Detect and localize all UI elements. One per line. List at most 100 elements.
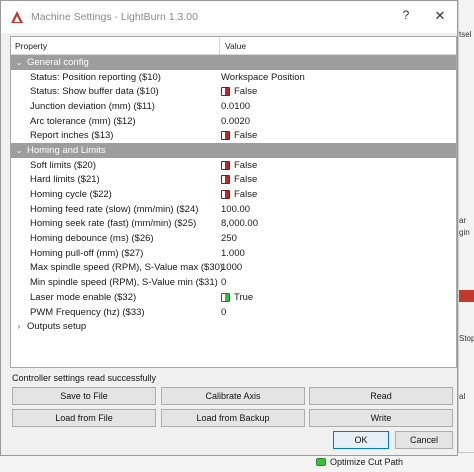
setting-value-cell[interactable]: 100.00 bbox=[221, 204, 250, 215]
background-red-bar bbox=[459, 290, 474, 302]
group-label: Outputs setup bbox=[27, 321, 87, 333]
setting-value: 0 bbox=[221, 277, 227, 289]
setting-value: 0.0100 bbox=[221, 100, 251, 112]
setting-value: 250 bbox=[221, 233, 237, 245]
setting-value-cell[interactable]: 1000 bbox=[221, 262, 242, 273]
setting-row[interactable]: Junction deviation (mm) ($11) 0.0100 bbox=[11, 99, 456, 114]
setting-value-cell[interactable]: 0.0020 bbox=[221, 116, 250, 127]
close-icon[interactable]: ✕ bbox=[431, 8, 449, 24]
setting-row[interactable]: Arc tolerance (mm) ($12) 0.0020 bbox=[11, 114, 456, 129]
setting-label: Homing feed rate (slow) (mm/min) ($24) bbox=[30, 203, 199, 215]
group-label: Homing and Limits bbox=[27, 144, 106, 156]
setting-value: 0.0020 bbox=[221, 115, 251, 127]
setting-label: Hard limits ($21) bbox=[30, 174, 100, 186]
setting-row[interactable]: Report inches ($13) False bbox=[11, 128, 456, 143]
setting-label: Min spindle speed (RPM), S-Value min ($3… bbox=[30, 277, 218, 289]
toggle-off-icon[interactable] bbox=[221, 175, 230, 185]
group-label: General config bbox=[27, 56, 89, 68]
setting-value-cell[interactable]: 0.0100 bbox=[221, 101, 250, 112]
toggle-on-icon[interactable] bbox=[221, 292, 230, 302]
setting-row[interactable]: Laser mode enable ($32) True bbox=[11, 290, 456, 305]
setting-value-cell[interactable]: False bbox=[221, 189, 257, 200]
calibrate-axis-button[interactable]: Calibrate Axis bbox=[161, 387, 305, 405]
setting-label: Laser mode enable ($32) bbox=[30, 291, 137, 303]
setting-value-cell[interactable]: 8,000.00 bbox=[221, 218, 258, 229]
window-title: Machine Settings - LightBurn 1.3.00 bbox=[31, 11, 198, 23]
setting-row[interactable]: Homing debounce (ms) ($26) 250 bbox=[11, 231, 456, 246]
toggle-off-icon[interactable] bbox=[221, 160, 230, 170]
setting-value-cell[interactable]: 1.000 bbox=[221, 248, 245, 259]
setting-label: Homing cycle ($22) bbox=[30, 189, 112, 201]
tree-group-row[interactable]: ⌄ Homing and Limits bbox=[11, 143, 456, 158]
chevron-down-icon[interactable]: ⌄ bbox=[15, 58, 23, 67]
setting-value-cell[interactable]: 0 bbox=[221, 307, 226, 318]
background-fragment: al bbox=[459, 392, 466, 401]
setting-row[interactable]: Homing pull-off (mm) ($27) 1.000 bbox=[11, 246, 456, 261]
setting-label: Arc tolerance (mm) ($12) bbox=[30, 115, 136, 127]
setting-value: 1.000 bbox=[221, 247, 245, 259]
tree-group-row[interactable]: › Outputs setup bbox=[11, 319, 456, 334]
toggle-off-icon[interactable] bbox=[221, 131, 230, 141]
setting-label: Homing debounce (ms) ($26) bbox=[30, 233, 154, 245]
setting-value: Workspace Position bbox=[221, 71, 305, 83]
setting-value: 0 bbox=[221, 306, 227, 318]
tree-group-row[interactable]: ⌄ General config bbox=[11, 55, 456, 70]
toggle-off-icon[interactable] bbox=[221, 87, 230, 97]
chevron-right-icon[interactable]: › bbox=[15, 322, 23, 331]
setting-row[interactable]: Min spindle speed (RPM), S-Value min ($3… bbox=[11, 275, 456, 290]
settings-tree[interactable]: Property Value ⌄ General config Status: Po… bbox=[10, 36, 457, 368]
tree-header: Property Value bbox=[11, 37, 456, 55]
background-app-panel: tsel ar gin Stop al bbox=[458, 0, 474, 472]
title-bar: Machine Settings - LightBurn 1.3.00 ? ✕ bbox=[1, 1, 457, 33]
setting-row[interactable]: Status: Position reporting ($10) Workspac… bbox=[11, 70, 456, 85]
setting-value: 100.00 bbox=[221, 203, 251, 215]
write-button[interactable]: Write bbox=[309, 409, 453, 427]
setting-value-cell[interactable]: True bbox=[221, 292, 253, 303]
setting-value-cell[interactable]: False bbox=[221, 160, 257, 171]
toggle-on-icon bbox=[316, 458, 326, 466]
setting-row[interactable]: Hard limits ($21) False bbox=[11, 173, 456, 188]
setting-row[interactable]: Homing feed rate (slow) (mm/min) ($24) 10… bbox=[11, 202, 456, 217]
setting-label: Max spindle speed (RPM), S-Value max ($3… bbox=[30, 262, 224, 274]
optimize-cut-path-option[interactable]: Optimize Cut Path bbox=[316, 457, 403, 467]
cancel-button[interactable]: Cancel bbox=[395, 431, 453, 449]
help-icon[interactable]: ? bbox=[397, 8, 415, 22]
property-column-header[interactable]: Property bbox=[11, 37, 220, 54]
setting-value: False bbox=[234, 159, 258, 171]
setting-label: Report inches ($13) bbox=[30, 130, 114, 142]
setting-value: False bbox=[234, 86, 258, 98]
setting-value: False bbox=[234, 130, 258, 142]
status-message: Controller settings read successfully bbox=[12, 373, 157, 383]
setting-value: 8,000.00 bbox=[221, 218, 258, 230]
setting-value-cell[interactable]: False bbox=[221, 130, 257, 141]
load-from-file-button[interactable]: Load from File bbox=[12, 409, 156, 427]
chevron-down-icon[interactable]: ⌄ bbox=[15, 146, 23, 155]
setting-value-cell[interactable]: 250 bbox=[221, 233, 237, 244]
setting-value-cell[interactable]: False bbox=[221, 86, 257, 97]
setting-label: PWM Frequency (hz) ($33) bbox=[30, 306, 145, 318]
load-from-backup-button[interactable]: Load from Backup bbox=[161, 409, 305, 427]
background-fragment: Stop bbox=[459, 334, 474, 343]
ok-button[interactable]: OK bbox=[333, 431, 389, 449]
setting-row[interactable]: Status: Show buffer data ($10) False bbox=[11, 84, 456, 99]
value-column-header[interactable]: Value bbox=[220, 37, 456, 54]
setting-row[interactable]: Homing seek rate (fast) (mm/min) ($25) 8,… bbox=[11, 217, 456, 232]
setting-row[interactable]: PWM Frequency (hz) ($33) 0 bbox=[11, 305, 456, 320]
save-to-file-button[interactable]: Save to File bbox=[12, 387, 156, 405]
setting-value-cell[interactable]: False bbox=[221, 174, 257, 185]
setting-value-cell[interactable]: Workspace Position bbox=[221, 72, 305, 83]
setting-value-cell[interactable]: 0 bbox=[221, 277, 226, 288]
tree-rows: ⌄ General config Status: Position reportin… bbox=[11, 55, 456, 334]
setting-row[interactable]: Homing cycle ($22) False bbox=[11, 187, 456, 202]
read-button[interactable]: Read bbox=[309, 387, 453, 405]
setting-value: False bbox=[234, 174, 258, 186]
background-fragment: gin bbox=[459, 228, 470, 237]
toggle-off-icon[interactable] bbox=[221, 190, 230, 200]
setting-label: Junction deviation (mm) ($11) bbox=[30, 100, 155, 112]
setting-row[interactable]: Max spindle speed (RPM), S-Value max ($3… bbox=[11, 261, 456, 276]
setting-label: Status: Show buffer data ($10) bbox=[30, 86, 159, 98]
setting-label: Homing pull-off (mm) ($27) bbox=[30, 247, 144, 259]
setting-label: Status: Position reporting ($10) bbox=[30, 71, 161, 83]
setting-value: False bbox=[234, 189, 258, 201]
setting-row[interactable]: Soft limits ($20) False bbox=[11, 158, 456, 173]
